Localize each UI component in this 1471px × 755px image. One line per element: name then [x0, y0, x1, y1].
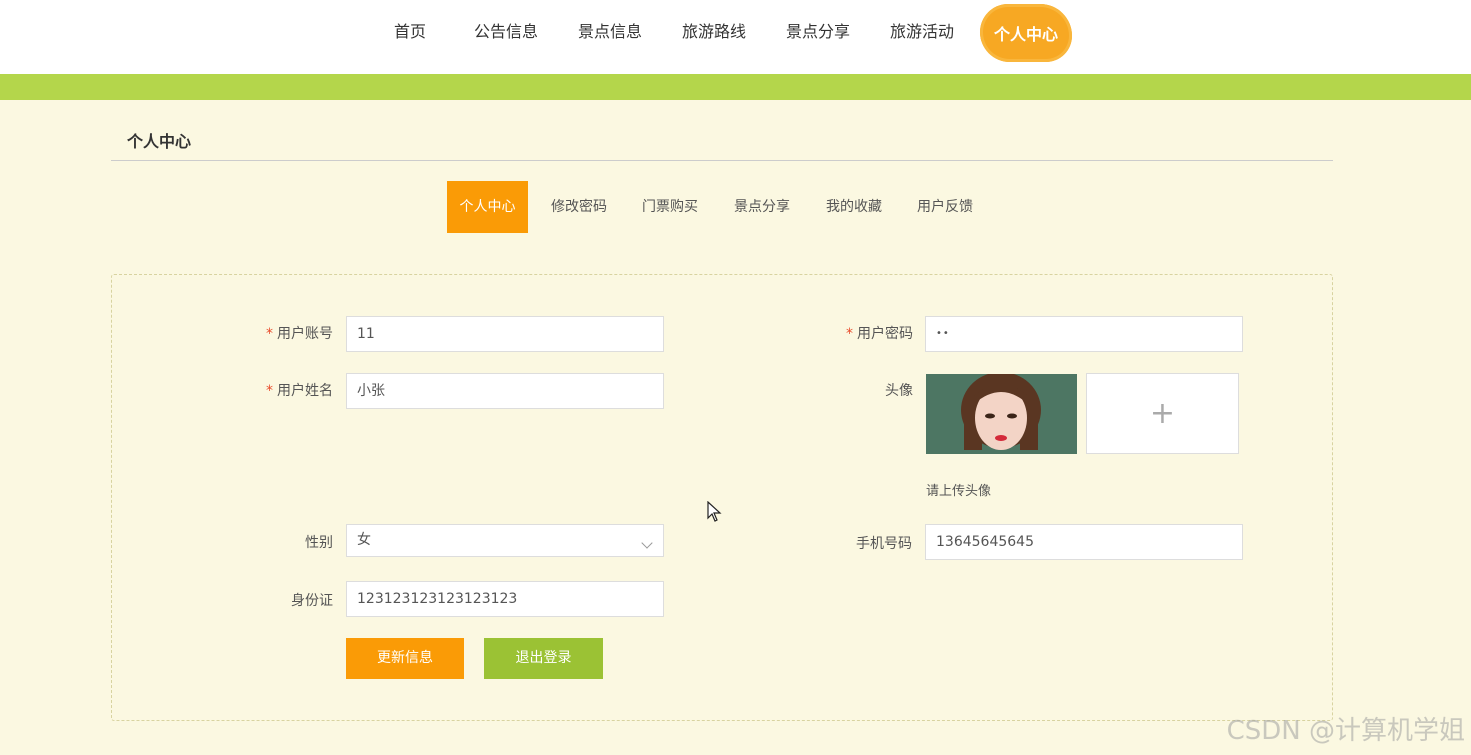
- page-title: 个人中心: [127, 132, 192, 151]
- account-input[interactable]: 11: [346, 316, 664, 352]
- gender-label: 性别: [305, 535, 333, 551]
- logout-button[interactable]: 退出登录: [484, 638, 603, 679]
- chevron-down-icon: [641, 537, 653, 549]
- nav-announcements[interactable]: 公告信息: [474, 20, 538, 44]
- gender-select[interactable]: 女: [346, 524, 664, 557]
- account-label: * 用户账号: [266, 326, 333, 342]
- name-label: * 用户姓名: [266, 383, 333, 399]
- name-input[interactable]: 小张: [346, 373, 664, 409]
- watermark: CSDN @计算机学姐: [1226, 716, 1465, 746]
- required-mark: *: [266, 326, 273, 342]
- nav-activities[interactable]: 旅游活动: [890, 20, 954, 44]
- tab-my-favorites[interactable]: 我的收藏: [826, 181, 882, 233]
- phone-label: 手机号码: [856, 536, 912, 552]
- divider: [111, 160, 1333, 161]
- idcard-label: 身份证: [291, 593, 333, 609]
- tab-user-feedback[interactable]: 用户反馈: [917, 181, 973, 233]
- update-info-button[interactable]: 更新信息: [346, 638, 464, 679]
- idcard-input[interactable]: 123123123123123123: [346, 581, 664, 617]
- tab-attraction-share[interactable]: 景点分享: [734, 181, 790, 233]
- avatar-label: 头像: [885, 383, 913, 399]
- phone-input[interactable]: 13645645645: [925, 524, 1243, 560]
- avatar-image[interactable]: [926, 374, 1077, 454]
- password-label: * 用户密码: [846, 326, 913, 342]
- header-band: [0, 74, 1471, 100]
- nav-attractions[interactable]: 景点信息: [578, 20, 642, 44]
- required-mark: *: [846, 326, 853, 342]
- tab-personal-center[interactable]: 个人中心: [447, 181, 528, 233]
- avatar-hint: 请上传头像: [926, 484, 992, 499]
- plus-icon: +: [1149, 396, 1176, 431]
- required-mark: *: [266, 383, 273, 399]
- nav-routes[interactable]: 旅游路线: [682, 20, 746, 44]
- avatar-upload-button[interactable]: +: [1086, 373, 1239, 454]
- avatar-portrait: [926, 374, 1077, 454]
- mouse-cursor-icon: [707, 501, 722, 522]
- password-input[interactable]: ••: [925, 316, 1243, 352]
- top-nav: 首页 公告信息 景点信息 旅游路线 景点分享 旅游活动 个人中心: [0, 0, 1471, 74]
- nav-attraction-share[interactable]: 景点分享: [786, 20, 850, 44]
- tab-change-password[interactable]: 修改密码: [551, 181, 607, 233]
- gender-value: 女: [357, 532, 371, 548]
- tab-ticket-purchase[interactable]: 门票购买: [642, 181, 698, 233]
- nav-home[interactable]: 首页: [394, 20, 426, 44]
- nav-personal-center[interactable]: 个人中心: [980, 4, 1072, 62]
